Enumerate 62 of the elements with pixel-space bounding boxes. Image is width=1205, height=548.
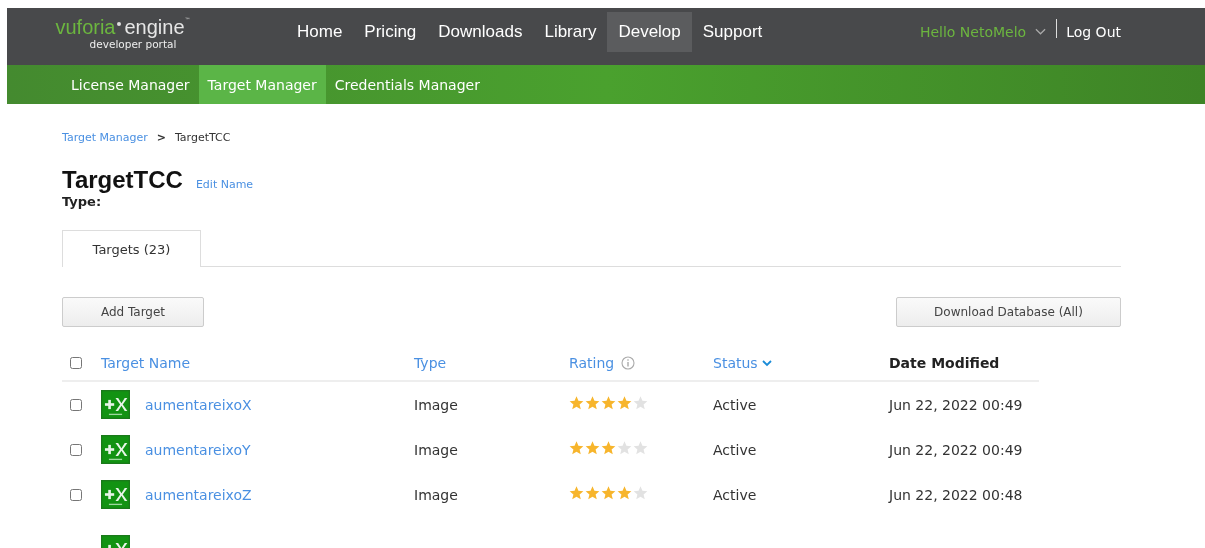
breadcrumb-separator: > [156, 131, 166, 144]
type-cell: Image [414, 486, 458, 503]
select-all-checkbox[interactable] [70, 357, 82, 369]
star-icon [601, 441, 616, 455]
nav-link[interactable]: Develop [607, 11, 692, 52]
nav-link[interactable]: Library [533, 11, 608, 52]
logout-link[interactable]: Log Out [1066, 23, 1121, 40]
status-cell: Active [713, 441, 757, 458]
database-title: TargetTCC [62, 166, 183, 194]
column-header-link[interactable]: Status [713, 355, 758, 371]
logo-subtitle: developer portal [89, 37, 177, 50]
logo-wordmark[interactable]: vuforia [55, 15, 116, 38]
star-icon [633, 486, 648, 500]
status-cell: Active [713, 396, 757, 413]
type-cell: Image [414, 396, 458, 413]
targets-tab[interactable]: Targets (23) [62, 230, 201, 267]
nav-link[interactable]: Home [286, 11, 354, 52]
edit-name-link[interactable]: Edit Name [195, 178, 254, 191]
user-greeting[interactable]: Hello NetoMelo [919, 23, 1027, 40]
star-icon [617, 486, 632, 500]
sub-nav-tab[interactable]: License Manager [62, 65, 199, 104]
star-icon [601, 396, 616, 410]
logo-dot-icon [117, 21, 122, 26]
star-icon [617, 441, 632, 455]
nav-link[interactable]: Downloads [427, 11, 534, 52]
target-link[interactable]: aumentareixoZ [145, 486, 252, 503]
nav-link[interactable]: Support [691, 11, 774, 52]
date-cell: Jun 22, 2022 00:48 [889, 486, 1023, 503]
status-cell: Active [713, 486, 757, 503]
star-icon [617, 396, 632, 410]
column-header-link[interactable]: Type [414, 355, 447, 371]
star-icon [585, 486, 600, 500]
star-icon [569, 441, 584, 455]
chevron-down-icon[interactable] [761, 359, 772, 367]
row-checkbox[interactable] [70, 443, 82, 456]
nav-link[interactable]: Pricing [353, 11, 428, 52]
date-cell: Jun 22, 2022 00:49 [889, 441, 1023, 458]
date-cell: Jun 22, 2022 00:49 [889, 396, 1023, 413]
column-header-link[interactable]: Rating [569, 355, 615, 371]
star-icon [633, 441, 648, 455]
logo-product[interactable]: engine [124, 15, 185, 38]
add-target-button[interactable]: Add Target [62, 297, 204, 327]
star-icon [633, 396, 648, 410]
type-label: Type: [62, 194, 103, 209]
column-header: Date Modified [889, 355, 1000, 371]
star-icon [569, 396, 584, 410]
chevron-down-icon[interactable] [1035, 28, 1047, 35]
row-checkbox[interactable] [70, 488, 82, 501]
target-link[interactable]: aumentareixoY [145, 441, 251, 458]
breadcrumb-current: TargetTCC [174, 131, 231, 144]
star-icon [569, 486, 584, 500]
star-icon [585, 441, 600, 455]
target-link[interactable]: aumentareixoX [145, 396, 252, 413]
breadcrumb-link[interactable]: Target Manager [62, 131, 148, 144]
column-header-link[interactable]: Target Name [101, 355, 191, 371]
type-cell: Image [414, 441, 458, 458]
sub-nav-tab[interactable]: Target Manager [198, 65, 326, 104]
star-icon [601, 486, 616, 500]
star-icon [585, 396, 600, 410]
row-checkbox[interactable] [70, 398, 82, 411]
download-database-button[interactable]: Download Database (All) [896, 297, 1121, 327]
sub-nav-tab[interactable]: Credentials Manager [325, 65, 489, 104]
